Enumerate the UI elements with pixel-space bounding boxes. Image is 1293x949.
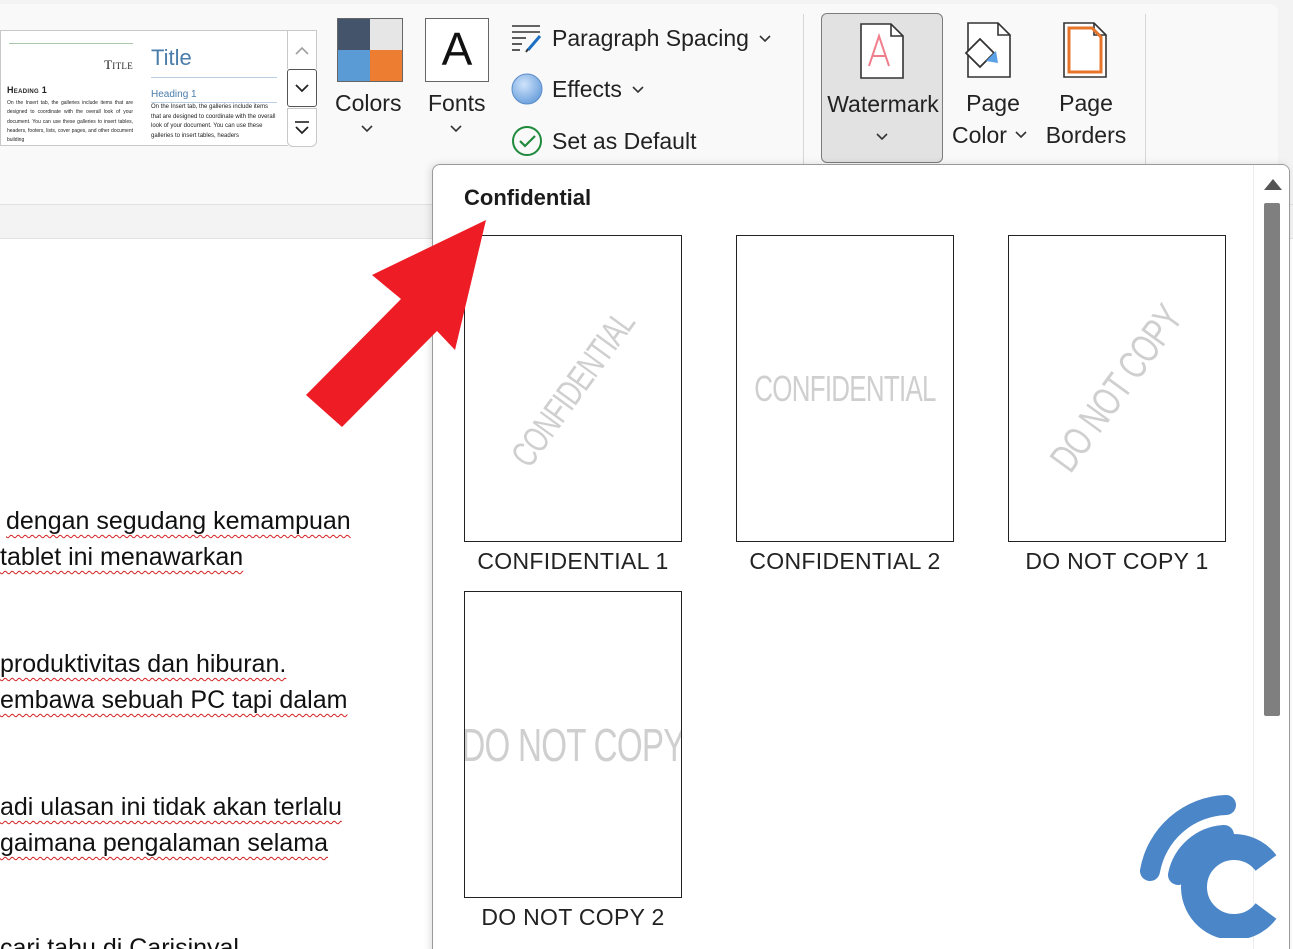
preview-heading: Heading 1 bbox=[151, 89, 197, 100]
chevron-down-icon bbox=[295, 83, 309, 92]
preview-heading: Heading 1 bbox=[7, 85, 48, 95]
page-borders-label-line2: Borders bbox=[1045, 122, 1127, 148]
watermark-caption: DO NOT COPY 2 bbox=[481, 904, 665, 930]
chevron-down-icon bbox=[450, 120, 462, 136]
watermark-label: Watermark bbox=[827, 91, 939, 117]
scroll-up-arrow-icon[interactable] bbox=[1264, 179, 1282, 190]
gallery-controls bbox=[287, 30, 317, 147]
preview-rule bbox=[151, 77, 277, 78]
document-text-line[interactable]: tablet ini menawarkan bbox=[0, 543, 243, 572]
red-arrow-annotation bbox=[306, 220, 486, 427]
preview-body: On the Insert tab, the galleries include… bbox=[7, 100, 133, 144]
fonts-label: Fonts bbox=[428, 90, 486, 116]
group-separator bbox=[803, 14, 804, 164]
fonts-icon: A bbox=[425, 18, 489, 82]
watermark-thumbnail: CONFIDENTIAL bbox=[736, 235, 954, 542]
document-text-line[interactable]: cari tahu di Carisinyal bbox=[0, 934, 239, 949]
page-borders-button[interactable]: Page Borders bbox=[1040, 13, 1132, 163]
chevron-down-icon bbox=[759, 30, 771, 46]
gallery-section-title: Confidential bbox=[464, 185, 592, 210]
document-text-line[interactable]: embawa sebuah PC tapi dalam bbox=[0, 686, 347, 715]
style-preview-basic[interactable]: Title Heading 1 On the Insert tab, the g… bbox=[7, 41, 135, 143]
gallery-scroll-up-button[interactable] bbox=[287, 30, 317, 69]
colors-button[interactable]: Colors bbox=[330, 16, 408, 146]
style-set-gallery[interactable]: Title Heading 1 On the Insert tab, the g… bbox=[0, 30, 288, 146]
paragraph-spacing-button[interactable]: Paragraph Spacing bbox=[510, 20, 771, 56]
watermark-preview-text: DO NOT COPY bbox=[1042, 297, 1192, 480]
watermark-caption: DO NOT COPY 1 bbox=[1025, 548, 1209, 574]
watermark-icon bbox=[860, 23, 904, 79]
checkmark-circle-icon bbox=[510, 124, 544, 158]
set-as-default-label: Set as Default bbox=[552, 127, 697, 154]
theme-colors-icon bbox=[337, 18, 403, 82]
chevron-down-icon bbox=[876, 128, 888, 144]
color-swatch bbox=[338, 50, 370, 81]
preview-body: On the Insert tab, the galleries include… bbox=[151, 104, 276, 139]
watermark-preview-text: DO NOT COPY bbox=[464, 718, 682, 771]
page-borders-icon bbox=[1063, 22, 1107, 78]
watermark-preview-text: CONFIDENTIAL bbox=[502, 302, 643, 474]
colors-label: Colors bbox=[335, 90, 402, 116]
chevron-down-icon bbox=[361, 120, 373, 136]
gallery-scroll-down-button[interactable] bbox=[287, 69, 317, 107]
chevron-down-icon bbox=[632, 81, 644, 97]
effects-button[interactable]: Effects bbox=[510, 71, 644, 107]
fonts-button[interactable]: A Fonts bbox=[420, 16, 492, 146]
chevron-down-icon bbox=[1015, 126, 1027, 144]
carisinyal-logo-icon bbox=[1140, 795, 1277, 938]
effects-label: Effects bbox=[552, 75, 622, 102]
gallery-more-button[interactable] bbox=[287, 108, 317, 147]
document-text-line[interactable]: produktivitas dan hiburan. bbox=[0, 650, 286, 679]
page-color-label-row: Color bbox=[952, 119, 1027, 151]
document-text-line[interactable]: gaimana pengalaman selama bbox=[0, 829, 328, 858]
watermark-thumbnail: DO NOT COPY bbox=[464, 591, 682, 898]
watermark-preview-text: CONFIDENTIAL bbox=[754, 367, 936, 409]
document-text-line[interactable]: adi ulasan ini tidak akan terlalu bbox=[0, 793, 342, 822]
chevron-up-icon bbox=[295, 46, 309, 55]
paragraph-spacing-label: Paragraph Spacing bbox=[552, 24, 749, 51]
color-swatch bbox=[370, 50, 402, 81]
color-swatch bbox=[370, 19, 402, 50]
page-color-label-line2: Color bbox=[952, 122, 1007, 148]
preview-title: Title bbox=[104, 57, 133, 72]
watermark-button[interactable]: Watermark bbox=[821, 13, 943, 163]
group-separator bbox=[1145, 14, 1146, 164]
style-preview-blue[interactable]: Title Heading 1 On the Insert tab, the g… bbox=[151, 41, 281, 141]
page-color-icon bbox=[964, 22, 1011, 78]
paragraph-spacing-icon bbox=[510, 21, 544, 55]
expand-gallery-icon bbox=[295, 120, 309, 134]
watermark-caption: CONFIDENTIAL 1 bbox=[477, 548, 669, 574]
preview-rule bbox=[9, 43, 133, 44]
document-text-line[interactable]: dengan segudang kemampuan bbox=[6, 507, 351, 536]
color-swatch bbox=[338, 19, 370, 50]
page-color-label-line1: Page bbox=[966, 90, 1020, 116]
watermark-thumbnail: DO NOT COPY bbox=[1008, 235, 1226, 542]
preview-title: Title bbox=[151, 45, 192, 70]
page-color-button[interactable]: Page Color bbox=[948, 13, 1038, 163]
set-as-default-button[interactable]: Set as Default bbox=[510, 123, 696, 159]
watermark-caption: CONFIDENTIAL 2 bbox=[749, 548, 941, 574]
scrollbar-thumb[interactable] bbox=[1264, 203, 1280, 716]
page-borders-label-line1: Page bbox=[1059, 90, 1113, 116]
effects-icon bbox=[510, 72, 544, 106]
